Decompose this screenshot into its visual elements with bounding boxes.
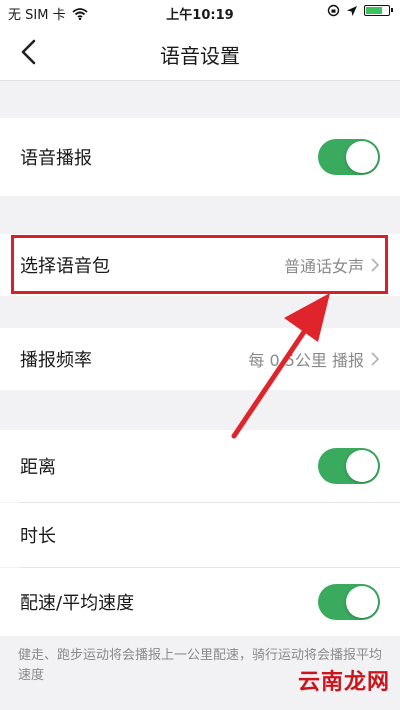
voice-pack-value: 普通话女声 (283, 257, 364, 276)
watermark-logo: 云南龙网 (297, 670, 390, 695)
pace-label: 配速/平均速度 (20, 593, 135, 614)
voice-pack-label: 选择语音包 (20, 256, 110, 277)
voice-broadcast-toggle[interactable] (318, 139, 380, 175)
orientation-lock-icon (327, 4, 340, 17)
pace-row: 配速/平均速度 (0, 568, 400, 636)
pace-toggle[interactable] (318, 584, 380, 620)
broadcast-frequency-label: 播报频率 (20, 350, 92, 371)
chevron-right-icon (371, 352, 380, 366)
status-icons (327, 4, 393, 17)
toggle-knob (346, 586, 378, 618)
chevron-right-icon (371, 258, 380, 272)
nav-bar: 语音设置 (0, 26, 400, 81)
toggle-knob (346, 141, 378, 173)
distance-toggle[interactable] (318, 448, 380, 484)
duration-row: 时长 (0, 503, 400, 567)
distance-row: 距离 (0, 430, 400, 502)
voice-broadcast-label: 语音播报 (20, 148, 92, 169)
status-bar: 无 SIM 卡 上午10:19 (0, 0, 400, 26)
voice-pack-row[interactable]: 选择语音包 普通话女声 (0, 234, 400, 296)
battery-fill (366, 7, 382, 14)
battery-icon (364, 5, 393, 16)
page-title: 语音设置 (160, 44, 240, 68)
location-arrow-icon (347, 5, 357, 16)
distance-label: 距离 (20, 457, 56, 478)
toggle-knob (346, 450, 378, 482)
voice-broadcast-row: 语音播报 (0, 118, 400, 196)
broadcast-frequency-value: 每 0.5公里 播报 (248, 351, 364, 370)
duration-label: 时长 (20, 526, 56, 547)
broadcast-frequency-row[interactable]: 播报频率 每 0.5公里 播报 (0, 328, 400, 390)
